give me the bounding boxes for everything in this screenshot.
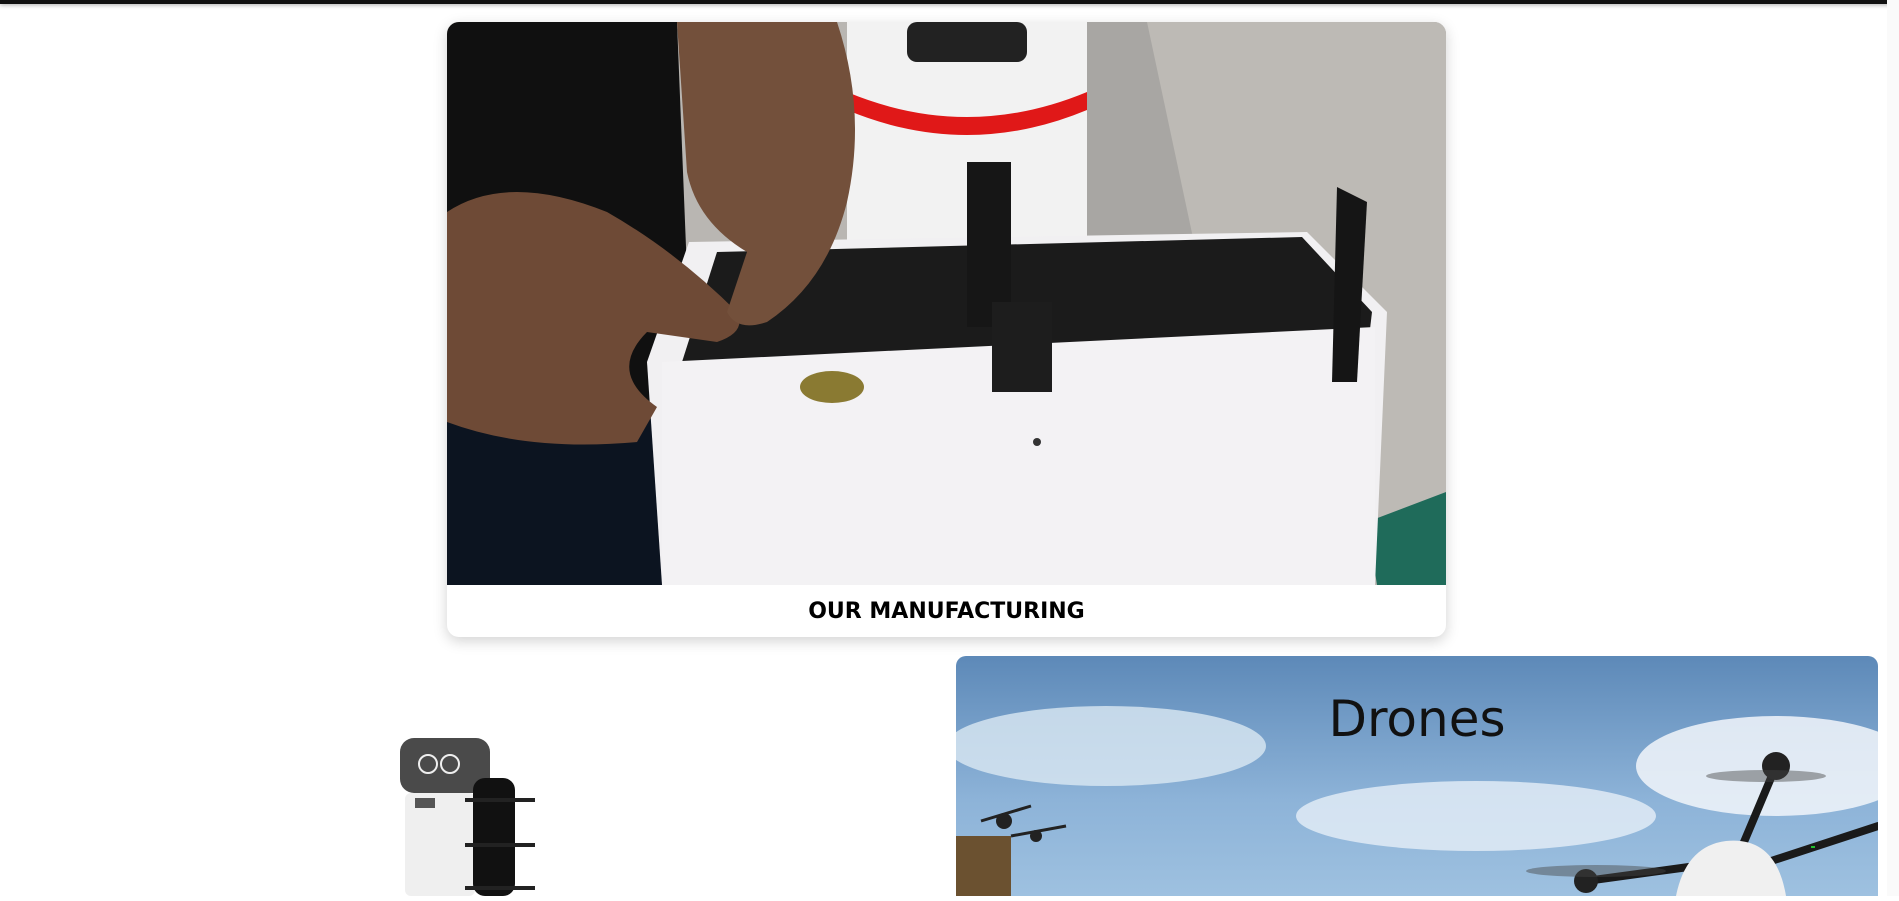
service-robot-icon[interactable] — [395, 728, 545, 896]
scrollbar[interactable] — [1887, 0, 1899, 896]
top-edge — [0, 0, 1899, 4]
drones-card[interactable]: Drones — [956, 656, 1878, 896]
manufacturing-image — [447, 22, 1446, 585]
manufacturing-caption: OUR MANUFACTURING — [808, 598, 1085, 624]
manufacturing-card[interactable]: OUR MANUFACTURING — [447, 22, 1446, 637]
drones-title: Drones — [1328, 690, 1506, 748]
